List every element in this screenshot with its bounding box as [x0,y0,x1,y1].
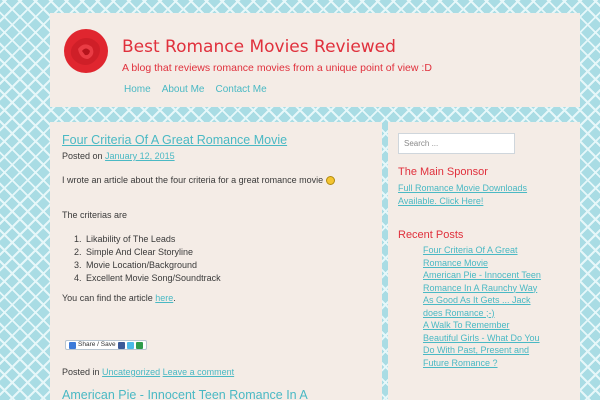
post-intro: I wrote an article about the four criter… [62,173,362,188]
posted-on-label: Posted on [62,151,103,161]
article-here-link[interactable]: here [155,293,173,303]
main-nav: Home About Me Contact Me [124,84,267,95]
smiley-icon [325,176,335,186]
post-date-link[interactable]: January 12, 2015 [105,151,175,161]
recent-posts-list: Four Criteria Of A Great Romance Movie A… [423,244,541,369]
main-content: Four Criteria Of A Great Romance Movie P… [50,122,382,400]
site-header: Best Romance Movies Reviewed A blog that… [50,13,580,107]
list-item: Four Criteria Of A Great Romance Movie [423,244,541,269]
list-item: 2. Simple And Clear Storyline [74,247,194,257]
recent-post-link[interactable]: Beautiful Girls - What Do You Do With Pa… [423,333,540,368]
post-title-link[interactable]: Four Criteria Of A Great Romance Movie [62,133,287,147]
recent-post-link[interactable]: A Walk To Remember [423,320,510,330]
search-input[interactable] [398,133,515,154]
list-item: American Pie - Innocent Teen Romance In … [423,269,541,294]
nav-contact-me[interactable]: Contact Me [216,84,267,95]
list-item: 4. Excellent Movie Song/Soundtrack [74,273,221,283]
list-item: 1. Likability of The Leads [74,234,176,244]
red-rose-icon[interactable] [62,27,110,75]
list-item: As Good As It Gets ... Jack does Romance… [423,294,541,319]
site-tagline: A blog that reviews romance movies from … [122,62,432,74]
share-label: Share / Save [78,341,116,348]
post-footer-meta: Posted in Uncategorized Leave a comment [62,367,234,377]
recent-posts-title: Recent Posts [398,229,464,241]
recent-post-link[interactable]: American Pie - Innocent Teen Romance In … [423,270,541,293]
list-item: A Walk To Remember [423,319,541,332]
criterias-label: The criterias are [62,210,128,220]
email-icon [135,341,143,349]
facebook-icon [117,341,125,349]
find-article-text: You can find the article here. [62,293,176,303]
post-intro-text: I wrote an article about the four criter… [62,175,324,185]
recent-post-link[interactable]: Four Criteria Of A Great Romance Movie [423,245,518,268]
post-meta: Posted on January 12, 2015 [62,151,175,161]
list-item: 3. Movie Location/Background [74,260,198,270]
nav-home[interactable]: Home [124,84,151,95]
list-item: Beautiful Girls - What Do You Do With Pa… [423,332,541,370]
category-link[interactable]: Uncategorized [102,367,160,377]
next-post-title-link[interactable]: American Pie - Innocent Teen Romance In … [62,388,308,400]
site-title[interactable]: Best Romance Movies Reviewed [122,37,396,57]
share-save-button[interactable]: Share / Save [65,340,147,350]
sponsor-link[interactable]: Full Romance Movie Downloads Available. … [398,182,528,208]
nav-about-me[interactable]: About Me [162,84,205,95]
recent-post-link[interactable]: As Good As It Gets ... Jack does Romance… [423,295,531,318]
posted-in-label: Posted in [62,367,100,377]
leave-comment-link[interactable]: Leave a comment [163,367,235,377]
share-icon [69,341,76,349]
sponsor-widget-title: The Main Sponsor [398,166,488,178]
twitter-icon [126,341,134,349]
criteria-list: 1. Likability of The Leads 2. Simple And C… [74,233,221,285]
sidebar: The Main Sponsor Full Romance Movie Down… [388,122,580,400]
